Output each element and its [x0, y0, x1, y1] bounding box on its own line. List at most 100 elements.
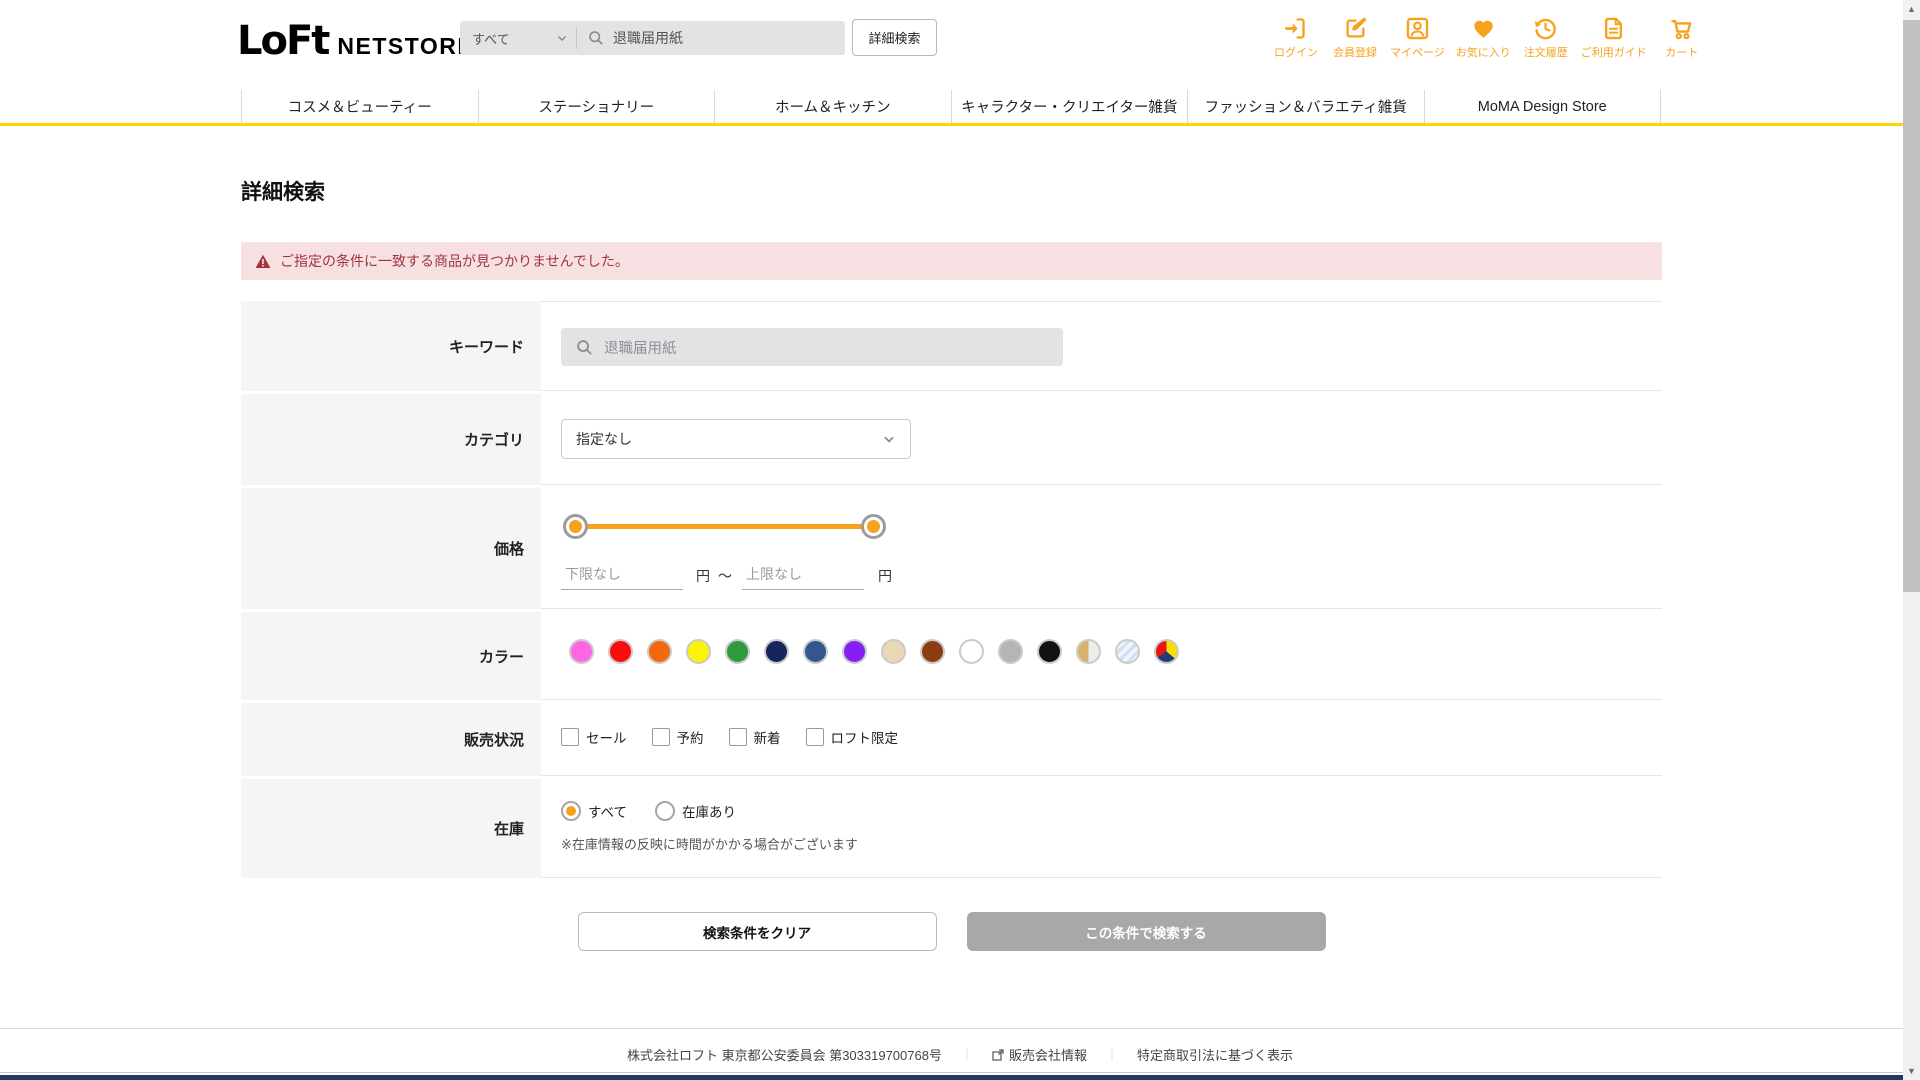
radio-in-stock[interactable]: 在庫あり	[655, 801, 736, 821]
checkbox-preorder-box[interactable]	[651, 728, 670, 746]
search-submit-button[interactable]: この条件で検索する	[966, 912, 1326, 951]
checkbox-preorder[interactable]: 予約	[651, 727, 704, 747]
guide-icon	[1605, 17, 1623, 40]
checkbox-sale[interactable]: セール	[561, 727, 627, 747]
keyword-input[interactable]: 退職届用紙	[561, 328, 1063, 366]
nav-moma-design-store[interactable]: MoMA Design Store	[1423, 90, 1661, 123]
category-label: カテゴリ	[241, 394, 541, 485]
nav-home-kitchen[interactable]: ホーム＆キッチン	[714, 90, 951, 123]
cart-label: カート	[1665, 47, 1699, 59]
stock-row: 在庫 すべて 在庫あり ※在庫情報の反映に時間がかかる場合がございます	[241, 779, 1662, 881]
footer: 株式会社ロフト 東京都公安委員会 第303319700768号 ｜ 販売会社情報…	[0, 1028, 1920, 1064]
range-tilde: ～	[718, 568, 732, 584]
register-icon	[1345, 17, 1366, 38]
nav-stationery[interactable]: ステーショナリー	[477, 90, 715, 123]
color-row: カラー	[241, 612, 1662, 703]
advanced-search-form: キーワード 退職届用紙 カテゴリ 指定なし 価格 下限なし 円 ～ 上限なし 円…	[241, 301, 1662, 881]
scrollbar-thumb[interactable]	[1903, 20, 1920, 592]
header-search-bar: すべて 退職届用紙	[460, 21, 845, 55]
nav-character-goods[interactable]: キャラクター・クリエイター雑貨	[950, 90, 1188, 123]
external-link-icon	[992, 1048, 1004, 1061]
seller-info-link[interactable]: 販売会社情報	[992, 1045, 1087, 1064]
order-history-link[interactable]: 注文履歴	[1522, 15, 1570, 60]
stock-note: ※在庫情報の反映に時間がかかる場合がございます	[561, 837, 858, 852]
price-max-input[interactable]: 上限なし	[742, 564, 864, 590]
guide-link[interactable]: ご利用ガイド	[1581, 15, 1647, 60]
checkbox-preorder-label: 予約	[676, 731, 704, 746]
nav-cosmetics[interactable]: コスメ＆ビューティー	[241, 90, 478, 123]
company-registration: 株式会社ロフト 東京都公安委員会 第303319700768号	[626, 1048, 942, 1063]
commerce-law-link[interactable]: 特定商取引法に基づく表示	[1137, 1045, 1293, 1064]
vertical-scrollbar[interactable]: ▲ ▼	[1903, 0, 1920, 1080]
cart-link[interactable]: カート	[1658, 15, 1706, 60]
price-slider-track[interactable]	[575, 524, 873, 529]
mypage-label: マイページ	[1390, 47, 1445, 59]
color-swatch-pink[interactable]	[569, 639, 594, 664]
keyword-label: キーワード	[241, 301, 541, 391]
color-swatch-black[interactable]	[1037, 639, 1062, 664]
search-icon	[589, 31, 603, 45]
color-swatch-orange[interactable]	[647, 639, 672, 664]
sale-status-options: セール 予約 新着 ロフト限定	[561, 727, 1662, 747]
color-swatch-purple[interactable]	[842, 639, 867, 664]
price-min-input[interactable]: 下限なし	[561, 564, 683, 590]
price-slider-max-handle[interactable]	[861, 514, 886, 539]
page-title: 詳細検索	[241, 181, 325, 204]
order-history-icon	[1535, 18, 1557, 40]
color-swatch-red[interactable]	[608, 639, 633, 664]
checkbox-new-box[interactable]	[728, 728, 747, 746]
footer-inner: 株式会社ロフト 東京都公安委員会 第303319700768号 ｜ 販売会社情報…	[0, 1029, 1920, 1064]
radio-in-stock-button[interactable]	[655, 801, 676, 821]
color-swatch-silver[interactable]	[998, 639, 1023, 664]
color-swatch-beige[interactable]	[881, 639, 906, 664]
advanced-search-button[interactable]: 詳細検索	[852, 19, 937, 56]
color-label: カラー	[241, 612, 541, 700]
sale-status-cell: セール 予約 新着 ロフト限定	[541, 703, 1662, 776]
guide-label: ご利用ガイド	[1580, 47, 1647, 59]
clear-conditions-button[interactable]: 検索条件をクリア	[577, 912, 937, 951]
header-search-input[interactable]: 退職届用紙	[577, 28, 845, 48]
register-label: 会員登録	[1333, 47, 1377, 59]
color-swatch-brown[interactable]	[920, 639, 945, 664]
checkbox-new[interactable]: 新着	[728, 727, 781, 747]
checkbox-loft-limited-box[interactable]	[805, 728, 824, 746]
login-icon	[1284, 18, 1305, 39]
yen-unit-max: 円	[878, 568, 892, 584]
color-swatch-white[interactable]	[959, 639, 984, 664]
login-label: ログイン	[1274, 47, 1318, 59]
mypage-link[interactable]: マイページ	[1390, 15, 1445, 60]
search-category-dropdown[interactable]: すべて	[460, 21, 576, 55]
color-swatch-gold-silver[interactable]	[1076, 639, 1101, 664]
loft-logo[interactable]: LoFt NETSTORE	[237, 18, 474, 64]
register-link[interactable]: 会員登録	[1331, 15, 1379, 60]
color-swatch-clear[interactable]	[1115, 639, 1140, 664]
color-swatch-yellow[interactable]	[686, 639, 711, 664]
scrollbar-up-arrow[interactable]: ▲	[1903, 4, 1920, 14]
category-select[interactable]: 指定なし	[561, 419, 911, 459]
checkbox-sale-box[interactable]	[561, 728, 579, 746]
price-slider-min-handle[interactable]	[563, 514, 588, 539]
chevron-down-icon	[557, 35, 567, 42]
seller-info-label: 販売会社情報	[1008, 1048, 1087, 1063]
cart-icon	[1671, 20, 1692, 40]
login-link[interactable]: ログイン	[1272, 15, 1320, 60]
scrollbar-down-arrow[interactable]: ▼	[1903, 1066, 1920, 1076]
form-actions: 検索条件をクリア この条件で検索する	[241, 912, 1662, 951]
color-swatch-navy[interactable]	[764, 639, 789, 664]
main-content: 詳細検索 ご指定の条件に一致する商品が見つかりませんでした。 キーワード 退職届…	[241, 126, 1662, 951]
favorites-link[interactable]: お気に入り	[1456, 15, 1511, 60]
color-swatch-blue[interactable]	[803, 639, 828, 664]
checkbox-new-label: 新着	[753, 731, 781, 746]
keyword-cell: 退職届用紙	[541, 301, 1662, 391]
radio-all[interactable]: すべて	[561, 801, 627, 821]
viewport-edge-line	[0, 1072, 1920, 1073]
checkbox-loft-limited[interactable]: ロフト限定	[805, 727, 898, 747]
price-cell: 下限なし 円 ～ 上限なし 円	[541, 488, 1662, 609]
color-swatch-multicolor[interactable]	[1154, 639, 1179, 664]
nav-fashion-variety[interactable]: ファッション＆バラエティ雑貨	[1187, 90, 1424, 123]
radio-all-button[interactable]	[561, 801, 581, 821]
search-category-value: すべて	[472, 31, 510, 47]
color-swatch-green[interactable]	[725, 639, 750, 664]
header-search-query: 退職届用紙	[613, 30, 683, 46]
favorites-label: お気に入り	[1455, 47, 1511, 59]
